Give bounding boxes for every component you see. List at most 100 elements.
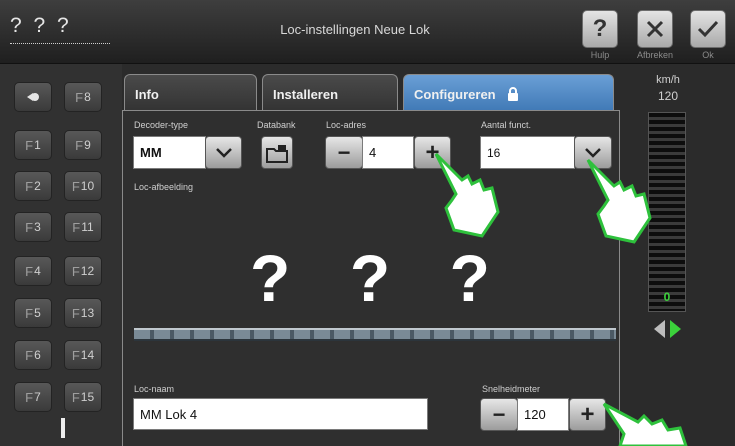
function-icon: F	[25, 137, 34, 153]
function-button-f8[interactable]: F8	[64, 82, 102, 112]
function-icon: F	[25, 219, 34, 235]
function-button-f15[interactable]: F 15	[64, 382, 102, 412]
tab-installeren[interactable]: Installeren	[262, 74, 398, 111]
loc-image-placeholder[interactable]: ? ? ?	[250, 240, 490, 316]
track-rail-graphic	[134, 328, 616, 341]
tab-label: Configureren	[414, 87, 496, 102]
function-icon: F	[71, 263, 80, 279]
function-icon: F	[72, 219, 81, 235]
direction-right-icon[interactable]	[670, 320, 681, 338]
pointing-hand-icon	[434, 152, 500, 238]
function-icon: F	[71, 389, 80, 405]
function-button-f1[interactable]: F1	[14, 130, 52, 160]
function-key-number: 10	[80, 179, 95, 193]
function-button-f6[interactable]: F6	[14, 340, 52, 370]
question-mark: ?	[449, 241, 490, 315]
function-icon: F	[71, 347, 80, 363]
function-icon: F	[75, 89, 84, 105]
ok-button[interactable]	[690, 10, 726, 48]
tab-label: Info	[135, 87, 159, 102]
function-icon: F	[25, 263, 34, 279]
function-key-number: 5	[34, 306, 41, 320]
speedometer-input[interactable]: 120	[517, 398, 569, 431]
pointing-hand-icon	[602, 402, 688, 446]
tab-configureren[interactable]: Configureren	[403, 74, 614, 112]
cancel-button[interactable]	[637, 10, 673, 48]
speed-max: 120	[657, 89, 679, 103]
function-key-number: 15	[80, 390, 95, 404]
function-count-label: Aantal funct.	[481, 120, 532, 130]
loc-name-input[interactable]: MM Lok 4	[133, 398, 428, 430]
decoder-type-dropdown-button[interactable]	[205, 136, 242, 169]
ok-label: Ok	[702, 50, 714, 60]
function-key-number: 7	[34, 390, 41, 404]
function-icon: F	[71, 178, 80, 194]
function-button-f2[interactable]: F2	[14, 171, 52, 201]
direction-left-icon[interactable]	[654, 320, 665, 338]
minus-icon: −	[337, 139, 351, 165]
tab-label: Installeren	[273, 87, 339, 102]
question-mark: ?	[349, 241, 391, 315]
function-icon: F	[25, 389, 34, 405]
lock-icon	[508, 87, 519, 101]
function-button-f10[interactable]: F 10	[64, 171, 102, 201]
function-icon: F	[25, 178, 34, 194]
light-function-button[interactable]	[14, 82, 52, 112]
function-button-f4[interactable]: F4	[14, 256, 52, 286]
light-icon	[27, 93, 39, 101]
decoder-type-label: Decoder-type	[134, 120, 189, 130]
tab-info[interactable]: Info	[124, 74, 257, 111]
help-button[interactable]: ?	[582, 10, 618, 48]
pointing-hand-icon	[586, 158, 652, 244]
function-key-number: 1	[34, 138, 41, 152]
loc-address-label: Loc-adres	[326, 120, 367, 130]
scroll-indicator[interactable]	[61, 418, 65, 438]
close-icon	[646, 20, 664, 38]
decrease-address-button[interactable]: −	[325, 136, 363, 169]
function-icon: F	[25, 305, 34, 321]
screen-title: Loc-instellingen Neue Lok	[280, 22, 430, 37]
loc-name-label: Loc-naam	[134, 384, 175, 394]
function-icon: F	[25, 347, 34, 363]
function-key-number: 6	[34, 348, 41, 362]
function-button-f9[interactable]: F9	[64, 130, 102, 160]
speed-unit: km/h	[656, 74, 680, 86]
speedometer-label: Snelheidmeter	[482, 384, 541, 394]
decoder-type-value[interactable]: MM	[133, 136, 206, 169]
plus-icon: +	[580, 400, 595, 428]
database-button[interactable]	[261, 136, 293, 169]
help-label: Hulp	[590, 50, 610, 60]
function-key-number: 11	[81, 220, 94, 234]
function-key-number: 12	[80, 264, 95, 278]
folder-database-icon	[266, 144, 288, 163]
function-icon: F	[75, 137, 84, 153]
loc-address-input[interactable]: 4	[362, 136, 414, 169]
function-button-f5[interactable]: F5	[14, 298, 52, 328]
app-window: ? ? ? Loc-instellingen Neue Lok ? Hulp A…	[0, 0, 735, 446]
database-label: Databank	[257, 120, 296, 130]
function-button-f3[interactable]: F3	[14, 212, 52, 242]
chevron-down-icon	[215, 147, 232, 158]
top-bar: ? ? ? Loc-instellingen Neue Lok ? Hulp A…	[0, 0, 735, 64]
function-key-number: 3	[34, 220, 41, 234]
function-button-f14[interactable]: F 14	[64, 340, 102, 370]
loco-name-display[interactable]: ? ? ?	[10, 14, 110, 44]
loc-image-label: Loc-afbeelding	[134, 182, 194, 192]
function-button-f11[interactable]: F 11	[64, 212, 102, 242]
function-key-number: 8	[84, 90, 91, 104]
function-key-number: 4	[34, 264, 41, 278]
function-button-f12[interactable]: F 12	[64, 256, 102, 286]
function-button-f13[interactable]: F 13	[64, 298, 102, 328]
decrease-speedometer-button[interactable]: −	[480, 398, 518, 431]
function-icon: F	[71, 305, 80, 321]
help-icon: ?	[592, 15, 608, 42]
speed-current: 0	[663, 290, 671, 304]
function-key-number: 2	[34, 179, 41, 193]
question-mark: ?	[250, 241, 291, 315]
checkmark-icon	[697, 20, 719, 38]
minus-icon: −	[492, 401, 506, 427]
function-button-f7[interactable]: F7	[14, 382, 52, 412]
cancel-label: Afbreken	[636, 50, 674, 60]
function-key-number: 13	[80, 306, 95, 320]
function-key-number: 9	[84, 138, 91, 152]
